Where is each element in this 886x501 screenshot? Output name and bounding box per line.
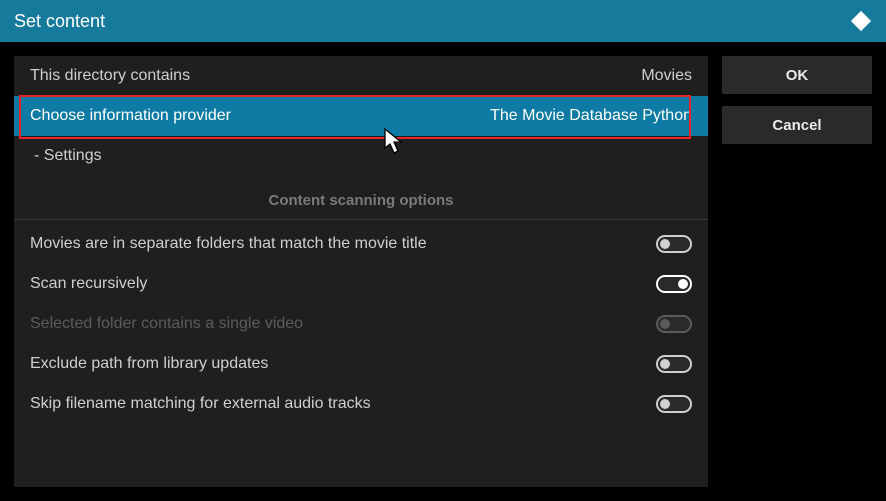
row-separate-folders[interactable]: Movies are in separate folders that matc…: [14, 224, 708, 264]
row-label: Scan recursively: [30, 275, 147, 293]
row-label: Skip filename matching for external audi…: [30, 395, 371, 413]
kodi-logo-icon: [850, 10, 872, 32]
toggle-exclude-path[interactable]: [656, 355, 692, 373]
row-value: Movies: [641, 67, 692, 85]
section-heading-content-scanning: Content scanning options: [14, 176, 708, 219]
row-this-directory-contains[interactable]: This directory contains Movies: [14, 56, 708, 96]
row-settings[interactable]: - Settings: [14, 136, 708, 176]
row-label: This directory contains: [30, 67, 190, 85]
row-choose-information-provider[interactable]: Choose information provider The Movie Da…: [14, 96, 708, 136]
row-value: The Movie Database Python: [490, 107, 692, 125]
main-panel: This directory contains Movies Choose in…: [14, 56, 708, 487]
row-exclude-path[interactable]: Exclude path from library updates: [14, 344, 708, 384]
row-label: Movies are in separate folders that matc…: [30, 235, 427, 253]
side-buttons: OK Cancel: [722, 56, 872, 487]
row-label: Choose information provider: [30, 107, 231, 125]
dialog-header: Set content: [0, 0, 886, 42]
row-label: - Settings: [34, 147, 102, 165]
dialog-title: Set content: [14, 11, 105, 32]
row-scan-recursively[interactable]: Scan recursively: [14, 264, 708, 304]
toggle-separate-folders[interactable]: [656, 235, 692, 253]
toggle-scan-recursively[interactable]: [656, 275, 692, 293]
row-skip-filename[interactable]: Skip filename matching for external audi…: [14, 384, 708, 424]
toggle-skip-filename[interactable]: [656, 395, 692, 413]
ok-button[interactable]: OK: [722, 56, 872, 94]
row-label: Exclude path from library updates: [30, 355, 268, 373]
cancel-button[interactable]: Cancel: [722, 106, 872, 144]
toggle-single-video: [656, 315, 692, 333]
divider: [14, 219, 708, 220]
row-label: Selected folder contains a single video: [30, 315, 303, 333]
row-single-video: Selected folder contains a single video: [14, 304, 708, 344]
